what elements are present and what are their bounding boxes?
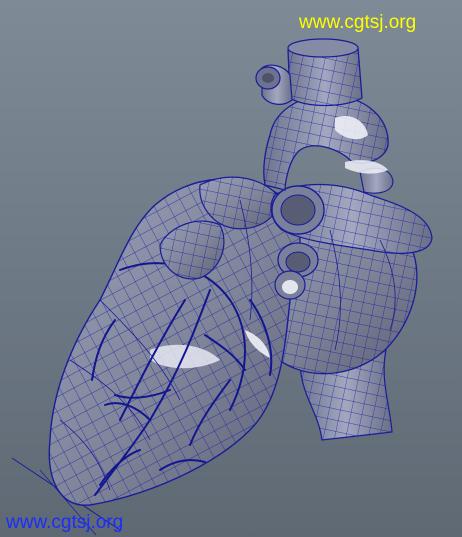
vessel-opening <box>282 280 298 294</box>
ventricle-body <box>48 178 301 506</box>
aortic-arch <box>255 38 389 191</box>
vessel-opening <box>280 194 316 226</box>
watermark-top: www.cgtsj.org <box>299 12 417 33</box>
watermark-bottom: www.cgtsj.org <box>6 512 124 533</box>
vessel-opening <box>287 38 359 58</box>
vessel-opening <box>262 73 274 83</box>
vessel-opening <box>285 251 311 273</box>
3d-viewport[interactable]: www.cgtsj.org www.cgtsj.org <box>0 0 462 537</box>
heart-wireframe-model <box>11 38 433 536</box>
